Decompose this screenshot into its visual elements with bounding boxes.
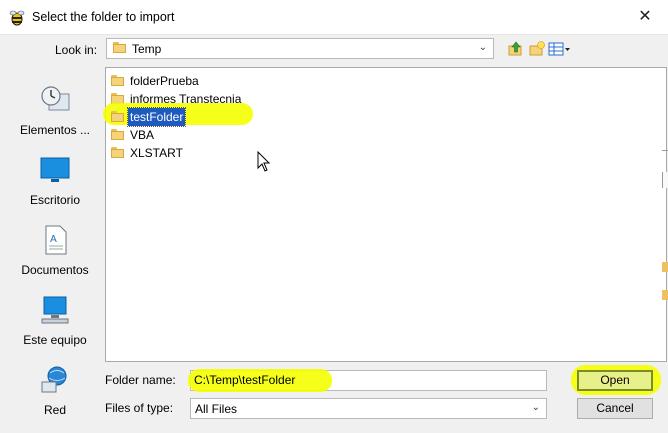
close-icon: ✕ (638, 8, 652, 25)
open-button[interactable]: Open (577, 370, 653, 391)
files-of-type-label: Files of type: (105, 401, 174, 415)
place-label: Documentos (21, 263, 89, 277)
background-window-fragment (662, 172, 668, 188)
computer-icon (41, 296, 69, 324)
files-of-type-value: All Files (195, 402, 238, 416)
cancel-button[interactable]: Cancel (577, 398, 653, 419)
folder-name-value: C:\Temp\testFolder (194, 373, 296, 387)
place-label: Este equipo (23, 333, 87, 347)
file-list-overlay: testFolder VBA XLSTART (105, 67, 667, 362)
folder-name: VBA (130, 128, 155, 142)
look-in-label: Look in: (55, 43, 98, 57)
window-title: Select the folder to import (32, 10, 175, 24)
network-icon (41, 366, 67, 393)
folder-icon (111, 129, 124, 140)
place-recent-items[interactable]: Elementos ... (12, 84, 98, 137)
close-button[interactable]: ✕ (632, 5, 658, 29)
documents-icon: A (45, 225, 67, 255)
background-window-fragment (662, 290, 668, 300)
chevron-down-icon: ⌄ (531, 402, 540, 413)
place-label: Elementos ... (19, 123, 91, 137)
place-network[interactable]: Red (12, 364, 98, 417)
folder-name-label: Folder name: (105, 373, 176, 387)
desktop-icon (40, 157, 70, 182)
mouse-cursor-icon (257, 151, 271, 172)
folder-name: XLSTART (130, 146, 183, 160)
folder-icon (113, 42, 126, 53)
background-window-fragment (662, 150, 668, 165)
recent-items-icon (41, 86, 70, 111)
up-folder-icon[interactable] (507, 40, 525, 58)
files-of-type-select[interactable]: All Files ⌄ (190, 398, 547, 419)
chevron-down-icon: ⌄ (478, 42, 487, 53)
svg-text:A: A (50, 234, 57, 245)
folder-name: testFolder (126, 107, 187, 127)
view-menu-icon[interactable] (548, 40, 572, 58)
app-bee-icon (9, 10, 25, 26)
title-bar: Select the folder to import ✕ (0, 0, 668, 35)
folder-icon (111, 147, 124, 158)
look-in-value: Temp (132, 42, 162, 56)
place-label: Red (43, 403, 66, 417)
folder-icon (111, 111, 124, 122)
place-computer[interactable]: Este equipo (12, 294, 98, 347)
place-desktop[interactable]: Escritorio (12, 154, 98, 207)
place-label: Escritorio (29, 193, 80, 207)
look-in-combo[interactable]: Temp ⌄ (106, 38, 494, 59)
new-folder-icon[interactable] (528, 40, 546, 58)
place-documents[interactable]: A Documentos (12, 224, 98, 277)
background-window-fragment (662, 262, 668, 272)
